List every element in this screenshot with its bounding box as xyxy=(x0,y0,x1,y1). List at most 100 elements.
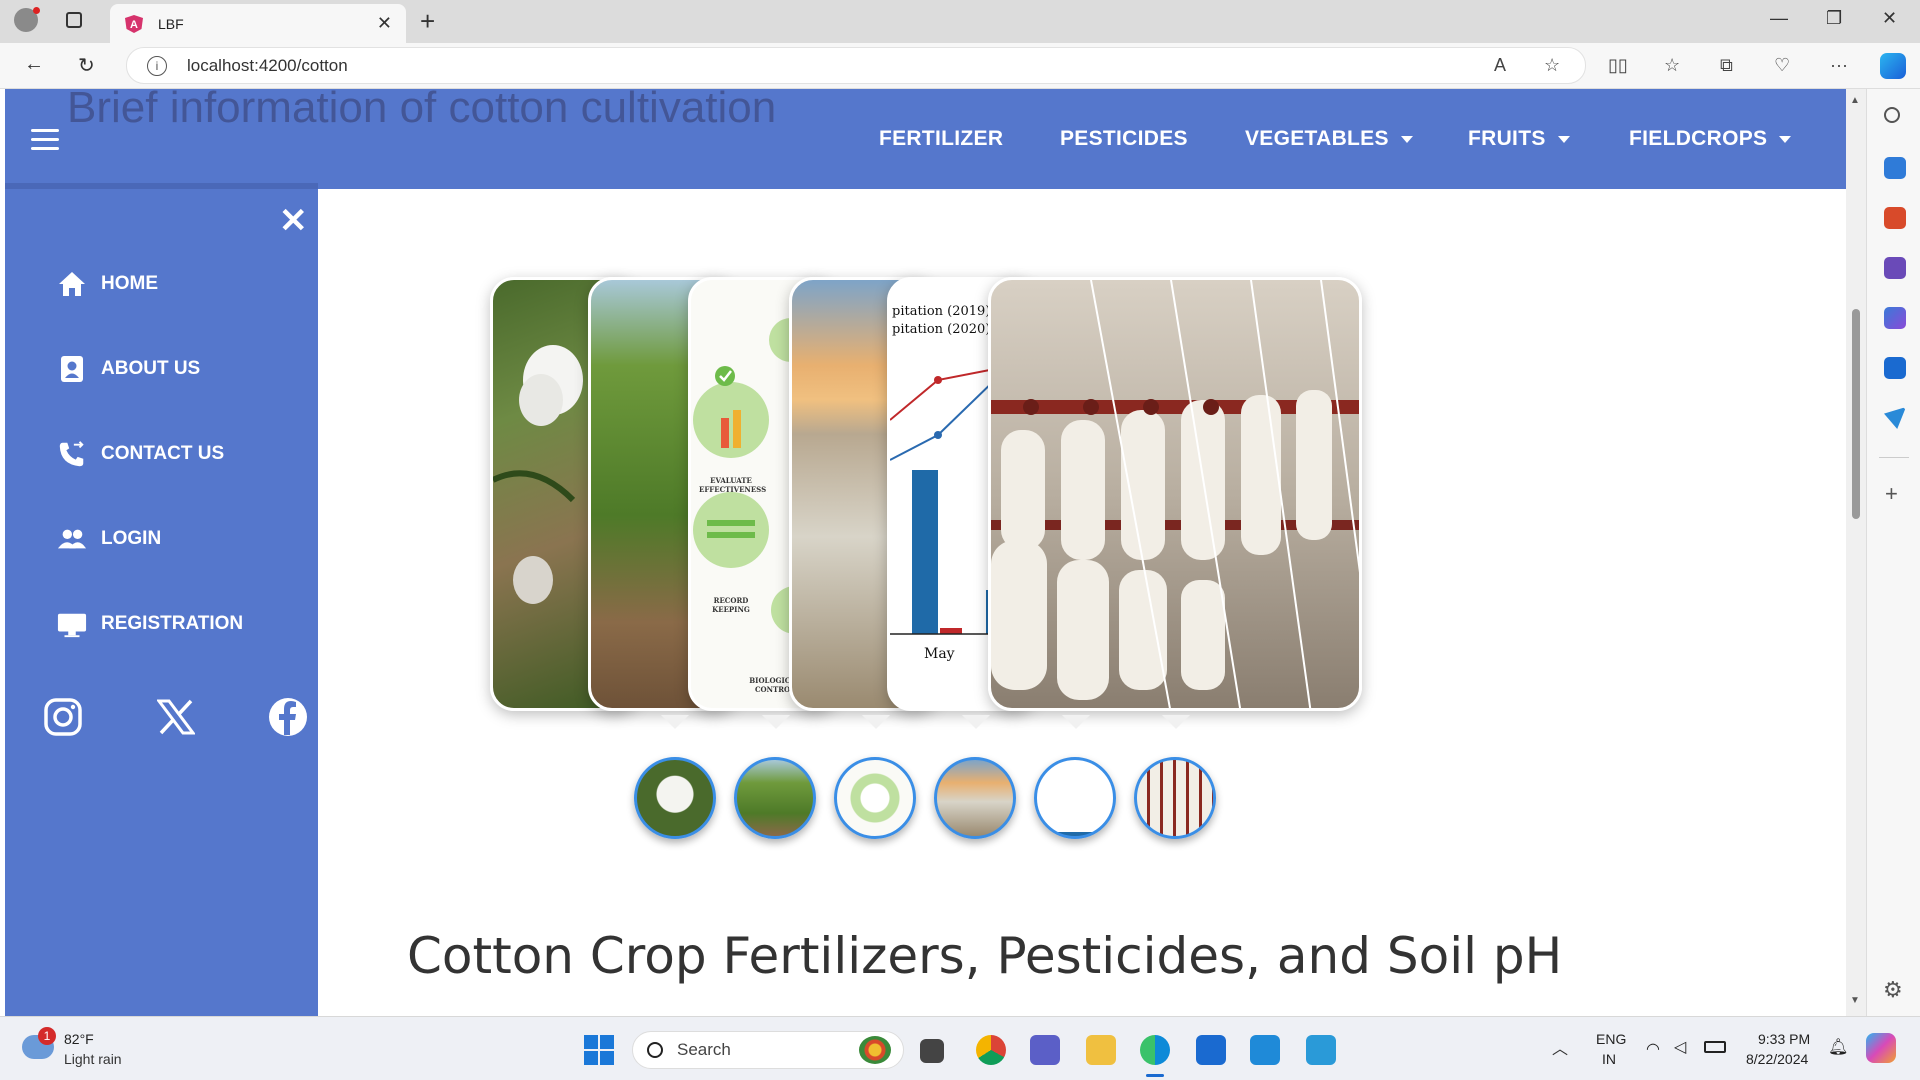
notification-bell-icon[interactable]: 🔔︎ xyxy=(1828,1037,1848,1057)
language-bottom[interactable]: IN xyxy=(1602,1051,1616,1067)
sidebar-item-login[interactable]: LOGIN xyxy=(57,524,161,554)
chart-legend-2019: pitation (2019) xyxy=(892,304,991,319)
add-icon[interactable]: + xyxy=(1885,481,1898,507)
page-viewport: Brief information of cotton cultivation … xyxy=(0,89,1866,1016)
tab-close-icon[interactable]: ✕ xyxy=(377,13,392,34)
read-aloud-icon[interactable]: A xyxy=(1494,55,1506,76)
sidebar-item-contact-us[interactable]: CONTACT US xyxy=(57,439,224,469)
weather-temp[interactable]: 82°F xyxy=(64,1031,94,1047)
browser-tab-active[interactable]: A LBF ✕ xyxy=(110,4,406,43)
show-hidden-icons-icon[interactable]: ︿ xyxy=(1552,1035,1568,1059)
phone-icon xyxy=(57,439,87,469)
chevron-down-icon xyxy=(1400,135,1413,143)
favorites-icon[interactable]: ☆ xyxy=(1664,55,1680,76)
scroll-thumb[interactable] xyxy=(1852,309,1860,519)
nav-pesticides[interactable]: PESTICIDES xyxy=(1060,127,1188,151)
instagram-icon[interactable] xyxy=(43,697,83,737)
edge-browser-icon[interactable] xyxy=(1140,1035,1170,1065)
address-bar[interactable]: i localhost:4200/cotton xyxy=(126,47,1586,84)
restore-icon[interactable]: ❐ xyxy=(1826,8,1842,29)
carousel-pointer xyxy=(1162,715,1190,729)
microsoft-store-icon[interactable] xyxy=(1196,1035,1226,1065)
wifi-icon[interactable]: ◠ xyxy=(1646,1039,1660,1059)
window-close-icon[interactable]: ✕ xyxy=(1882,8,1897,29)
search-icon xyxy=(647,1042,663,1058)
minimize-icon[interactable]: — xyxy=(1770,8,1788,29)
home-icon xyxy=(57,269,87,299)
new-tab-icon[interactable]: + xyxy=(420,6,435,37)
angular-logo-icon: A xyxy=(125,14,143,33)
outlook-icon[interactable] xyxy=(1884,357,1906,379)
carousel-thumb-3[interactable] xyxy=(834,757,916,839)
scroll-up-icon[interactable]: ▲ xyxy=(1850,95,1860,106)
hamburger-menu-icon[interactable] xyxy=(31,129,59,156)
more-menu-icon[interactable]: ··· xyxy=(1830,55,1848,76)
side-menu: ✕ HOME ABOUT US CONTACT US LOGIN REGISTR… xyxy=(5,183,318,1016)
split-screen-icon[interactable]: ▯▯ xyxy=(1608,55,1628,76)
collections-icon[interactable]: ⧉ xyxy=(1720,55,1733,76)
back-icon[interactable]: ← xyxy=(24,53,44,76)
volume-icon[interactable]: ◁ xyxy=(1674,1037,1686,1057)
carousel-pointer xyxy=(1062,715,1090,729)
chrome-icon[interactable] xyxy=(976,1035,1006,1065)
carousel-thumb-4[interactable] xyxy=(934,757,1016,839)
clock-date[interactable]: 8/22/2024 xyxy=(1746,1051,1808,1067)
search-icon[interactable] xyxy=(1884,107,1900,123)
paint-icon[interactable] xyxy=(1306,1035,1336,1065)
clock-time[interactable]: 9:33 PM xyxy=(1758,1031,1810,1047)
sidebar-close-icon[interactable]: ✕ xyxy=(279,201,308,241)
carousel-pointer xyxy=(962,715,990,729)
nav-fieldcrops[interactable]: FIELDCROPS xyxy=(1629,127,1792,151)
carousel-thumb-1[interactable] xyxy=(634,757,716,839)
sidebar-item-about-us[interactable]: ABOUT US xyxy=(57,354,200,384)
weather-desc[interactable]: Light rain xyxy=(64,1051,122,1067)
file-explorer-icon[interactable] xyxy=(1086,1035,1116,1065)
site-info-icon[interactable]: i xyxy=(147,55,167,76)
nav-vegetables[interactable]: VEGETABLES xyxy=(1245,127,1413,151)
tab-actions-icon[interactable] xyxy=(66,12,82,28)
start-windows-icon[interactable] xyxy=(584,1035,614,1065)
windows-taskbar: 1 82°F Light rain Search ︿ ENG IN ◠ ◁ 9:… xyxy=(0,1016,1920,1080)
send-icon[interactable] xyxy=(1884,407,1906,429)
taskbar-search[interactable]: Search xyxy=(632,1031,904,1069)
settings-gear-icon[interactable]: ⚙ xyxy=(1883,977,1903,1003)
nav-fruits[interactable]: FRUITS xyxy=(1468,127,1570,151)
carousel-thumb-5[interactable] xyxy=(1034,757,1116,839)
vscode-icon[interactable] xyxy=(1250,1035,1280,1065)
sidebar-item-registration[interactable]: REGISTRATION xyxy=(57,609,243,639)
task-view-icon[interactable] xyxy=(920,1039,944,1063)
scroll-down-icon[interactable]: ▼ xyxy=(1850,995,1860,1006)
games-icon[interactable] xyxy=(1884,257,1906,279)
infographic-label-evaluate: EVALUATE EFFECTIVENESS xyxy=(699,476,767,494)
battery-icon[interactable] xyxy=(1704,1041,1726,1053)
sidebar-item-home[interactable]: HOME xyxy=(57,269,158,299)
shopping-tag-icon[interactable] xyxy=(1884,157,1906,179)
browser-toolbar: ← ↻ i localhost:4200/cotton A ☆ ▯▯ ☆ ⧉ ♡… xyxy=(0,43,1920,89)
facebook-icon[interactable] xyxy=(268,697,308,737)
spinning-mill-image xyxy=(991,280,1359,708)
weather-badge: 1 xyxy=(38,1027,56,1045)
carousel-card-spinning-mill[interactable] xyxy=(988,277,1362,711)
toolbox-icon[interactable] xyxy=(1884,207,1906,229)
page-scrollbar[interactable]: ▲ ▼ xyxy=(1846,89,1866,1016)
browser-essentials-icon[interactable]: ♡ xyxy=(1774,55,1790,76)
copilot-taskbar-icon[interactable] xyxy=(1866,1033,1896,1063)
url-text: localhost:4200/cotton xyxy=(187,55,348,75)
microsoft-365-icon[interactable] xyxy=(1884,307,1906,329)
favorite-star-icon[interactable]: ☆ xyxy=(1544,55,1560,76)
chart-legend-2020: pitation (2020) xyxy=(892,322,991,337)
browser-sidebar: + ⚙ xyxy=(1866,89,1920,1016)
monitor-icon xyxy=(57,609,87,639)
language-top[interactable]: ENG xyxy=(1596,1031,1626,1047)
x-twitter-icon[interactable] xyxy=(156,697,196,737)
carousel-thumb-2[interactable] xyxy=(734,757,816,839)
copilot-icon[interactable] xyxy=(1880,53,1906,79)
nav-fertilizer[interactable]: FERTILIZER xyxy=(879,127,1003,151)
carousel-thumb-6[interactable] xyxy=(1134,757,1216,839)
profile-notification-dot xyxy=(33,7,40,14)
teams-icon[interactable] xyxy=(1030,1035,1060,1065)
search-placeholder: Search xyxy=(677,1040,731,1059)
chart-xlabel: May xyxy=(924,646,955,662)
browser-tabbar: A LBF ✕ + — ❐ ✕ xyxy=(0,0,1920,43)
refresh-icon[interactable]: ↻ xyxy=(78,53,95,78)
